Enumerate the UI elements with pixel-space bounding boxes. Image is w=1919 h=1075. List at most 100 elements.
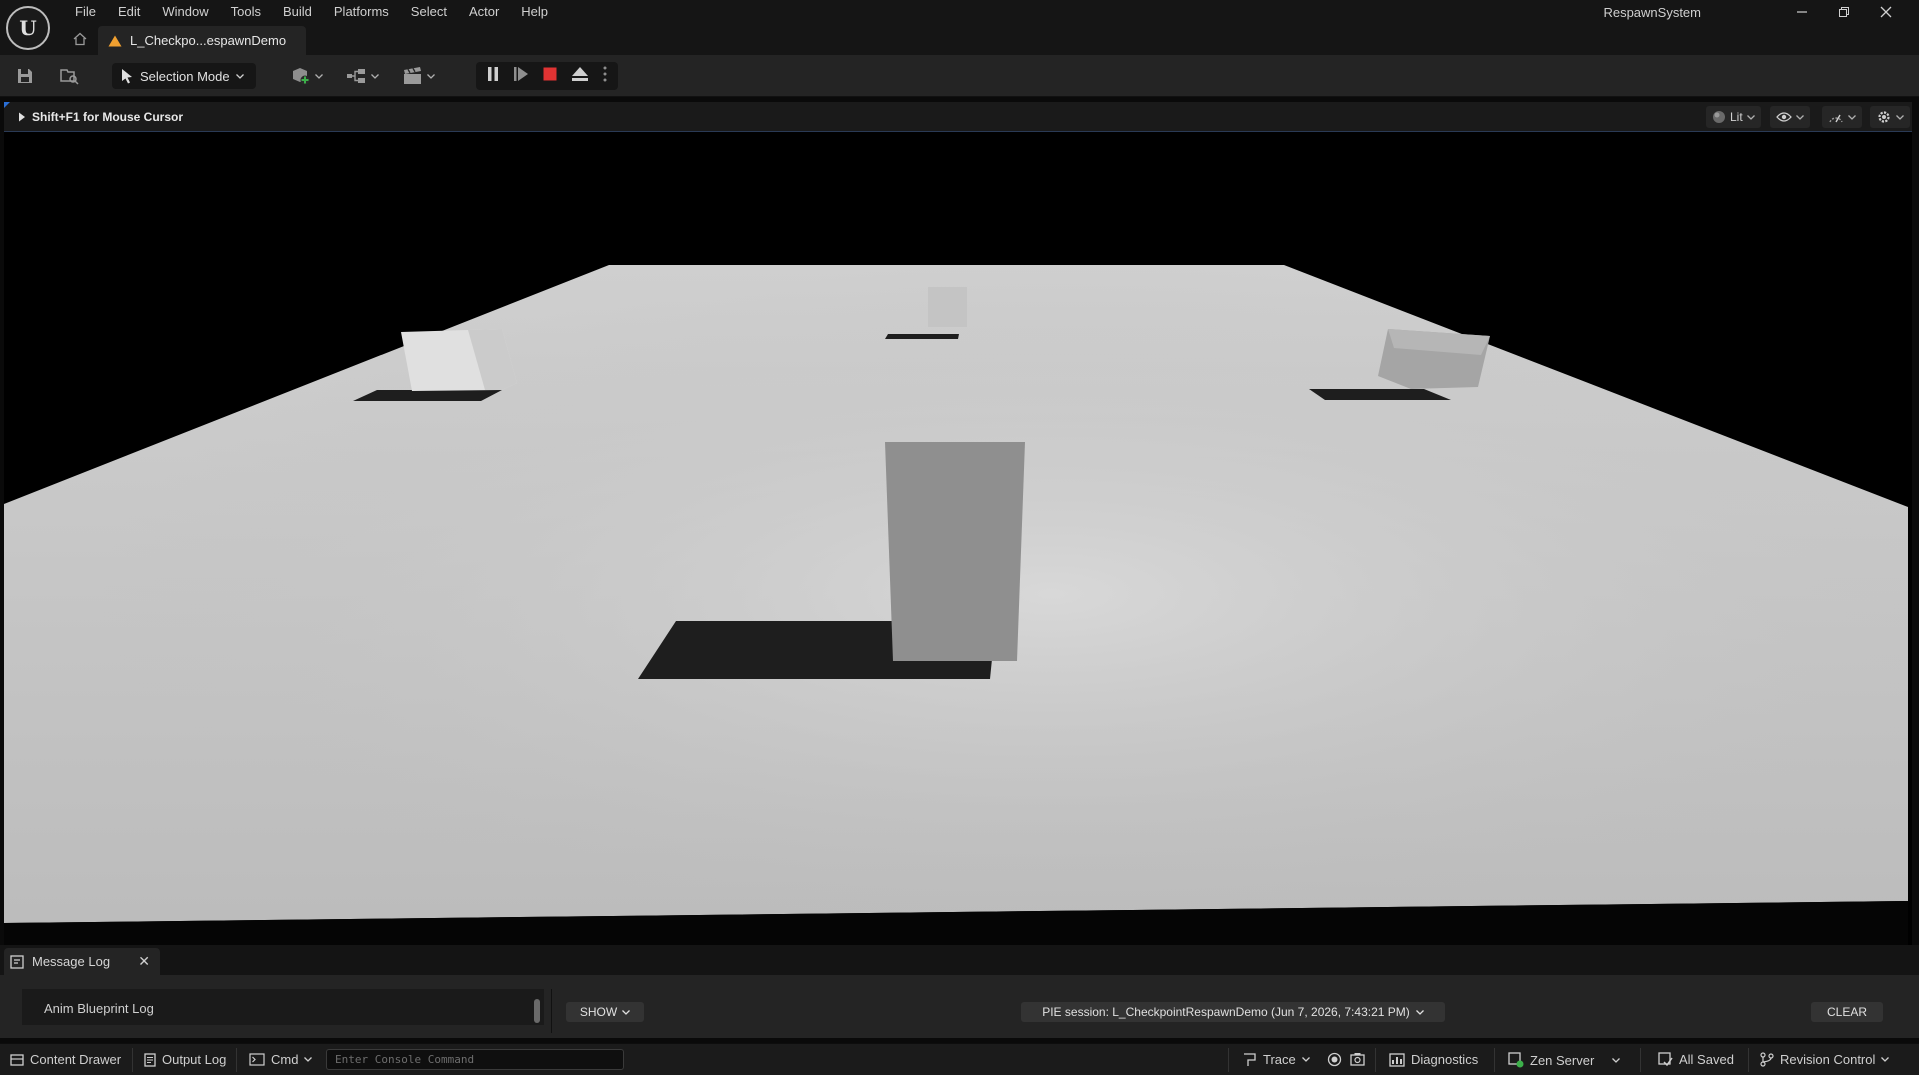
- menu-platforms[interactable]: Platforms: [323, 3, 400, 21]
- project-name: RespawnSystem: [1603, 5, 1701, 20]
- all-saved-button[interactable]: All Saved: [1658, 1052, 1734, 1067]
- expand-arrow-icon[interactable]: [18, 112, 26, 122]
- show-flags-dropdown[interactable]: [1770, 106, 1810, 128]
- level-warning-icon: [108, 35, 122, 46]
- chevron-down-icon: [371, 73, 379, 79]
- restore-icon: [1839, 7, 1849, 17]
- pause-button[interactable]: [486, 66, 500, 87]
- show-filter-dropdown[interactable]: SHOW: [566, 1002, 644, 1022]
- pie-session-dropdown[interactable]: PIE session: L_CheckpointRespawnDemo (Ju…: [1021, 1002, 1445, 1022]
- chevron-down-icon: [427, 73, 435, 79]
- panel-splitter[interactable]: [551, 989, 552, 1033]
- record-trace-button[interactable]: [1327, 1052, 1342, 1067]
- saved-check-icon: [1658, 1052, 1673, 1067]
- menu-build[interactable]: Build: [272, 3, 323, 21]
- viewport-hint: Shift+F1 for Mouse Cursor: [18, 110, 183, 124]
- show-label: SHOW: [579, 1005, 618, 1019]
- menu-window[interactable]: Window: [151, 3, 219, 21]
- mouse-cursor-hint: Shift+F1 for Mouse Cursor: [32, 110, 184, 124]
- trace-icon: [1244, 1052, 1256, 1066]
- restore-button[interactable]: [1823, 0, 1865, 24]
- play-options-button[interactable]: [602, 65, 608, 88]
- zen-server-label: Zen Server: [1530, 1052, 1595, 1068]
- unreal-logo-icon[interactable]: U: [6, 6, 50, 50]
- separator: [132, 1048, 133, 1072]
- chevron-down-icon: [1896, 114, 1904, 120]
- shadow-back-cube: [885, 334, 959, 339]
- chevron-down-icon: [1415, 1009, 1424, 1015]
- gauge-icon: [1829, 114, 1843, 123]
- eject-icon: [571, 66, 588, 81]
- clear-log-button[interactable]: CLEAR: [1811, 1002, 1883, 1022]
- chevron-down-icon: [1796, 114, 1804, 120]
- separator: [236, 1048, 237, 1072]
- viewport-settings-dropdown[interactable]: [1870, 106, 1910, 128]
- output-log-button[interactable]: Output Log: [144, 1052, 226, 1067]
- content-drawer-button[interactable]: Content Drawer: [10, 1052, 121, 1067]
- browse-content-icon: [60, 69, 79, 85]
- menu-select[interactable]: Select: [400, 3, 458, 21]
- browse-button[interactable]: [58, 65, 80, 87]
- screenshot-trace-button[interactable]: [1350, 1052, 1365, 1066]
- stop-button[interactable]: [542, 66, 558, 87]
- console-command-input[interactable]: [326, 1049, 624, 1070]
- message-log-panel: Anim Blueprint Log SHOW PIE session: L_C…: [0, 975, 1919, 1038]
- eject-button[interactable]: [571, 66, 589, 87]
- branch-icon: [1760, 1052, 1774, 1067]
- message-log-tab-label: Message Log: [32, 954, 111, 969]
- zen-server-dropdown[interactable]: Zen Server: [1508, 1052, 1621, 1068]
- menu-actor[interactable]: Actor: [458, 3, 510, 21]
- chevron-down-icon: [304, 1057, 313, 1062]
- title-bar: U File Edit Window Tools Build Platforms…: [0, 0, 1919, 55]
- all-saved-label: All Saved: [1679, 1052, 1734, 1067]
- minimize-button[interactable]: [1781, 0, 1823, 24]
- log-list-scrollbar[interactable]: [534, 999, 540, 1023]
- selection-mode-dropdown[interactable]: Selection Mode: [112, 63, 256, 89]
- selection-mode-label: Selection Mode: [140, 68, 230, 84]
- separator: [1228, 1048, 1229, 1072]
- close-window-button[interactable]: [1865, 0, 1907, 24]
- home-icon[interactable]: [72, 31, 88, 47]
- stop-icon: [543, 67, 557, 80]
- separator: [1494, 1048, 1495, 1072]
- unreal-editor-window: U File Edit Window Tools Build Platforms…: [0, 0, 1919, 1075]
- view-mode-dropdown[interactable]: Lit: [1706, 106, 1761, 128]
- diagnostics-button[interactable]: Diagnostics: [1389, 1052, 1478, 1067]
- step-frame-button[interactable]: [513, 66, 529, 87]
- revision-control-dropdown[interactable]: Revision Control: [1760, 1052, 1890, 1067]
- level-document-tab[interactable]: L_Checkpo...espawnDemo: [98, 26, 306, 55]
- separator: [1375, 1048, 1376, 1072]
- diagnostics-label: Diagnostics: [1411, 1052, 1479, 1067]
- diagnostics-icon: [1389, 1052, 1405, 1067]
- menu-tools[interactable]: Tools: [220, 3, 272, 21]
- menu-edit[interactable]: Edit: [107, 3, 151, 21]
- close-tab-button[interactable]: ✕: [138, 953, 150, 970]
- add-actor-dropdown[interactable]: [290, 64, 323, 88]
- content-drawer-label: Content Drawer: [30, 1052, 122, 1067]
- cinematics-dropdown[interactable]: [402, 64, 435, 88]
- record-icon: [1327, 1052, 1342, 1067]
- menu-help[interactable]: Help: [510, 3, 559, 21]
- level-tab-label: L_Checkpo...espawnDemo: [130, 33, 287, 48]
- trace-label: Trace: [1263, 1052, 1296, 1067]
- cmd-dropdown[interactable]: Cmd: [249, 1052, 313, 1067]
- play-controls: [476, 62, 618, 90]
- camera-icon: [1350, 1053, 1365, 1066]
- performance-dropdown[interactable]: [1822, 106, 1862, 128]
- add-cube-icon: [293, 68, 310, 85]
- message-log-tabbar: Message Log ✕: [0, 945, 1919, 975]
- log-category-item[interactable]: Anim Blueprint Log: [44, 1001, 154, 1016]
- menu-file[interactable]: File: [64, 3, 107, 21]
- trace-dropdown[interactable]: Trace: [1243, 1052, 1310, 1067]
- message-log-tab[interactable]: Message Log ✕: [4, 948, 160, 975]
- chevron-down-icon: [315, 73, 323, 79]
- viewport-toolbar: Shift+F1 for Mouse Cursor Lit: [4, 102, 1912, 132]
- gear-icon: [1878, 111, 1890, 123]
- level-viewport[interactable]: Shift+F1 for Mouse Cursor Lit: [4, 102, 1912, 945]
- window-controls: [1781, 0, 1907, 24]
- scene-render[interactable]: [4, 133, 1912, 945]
- chevron-down-icon: [1746, 114, 1755, 120]
- blueprints-dropdown[interactable]: [346, 64, 379, 88]
- revision-control-label: Revision Control: [1780, 1052, 1876, 1067]
- save-button[interactable]: [14, 65, 36, 87]
